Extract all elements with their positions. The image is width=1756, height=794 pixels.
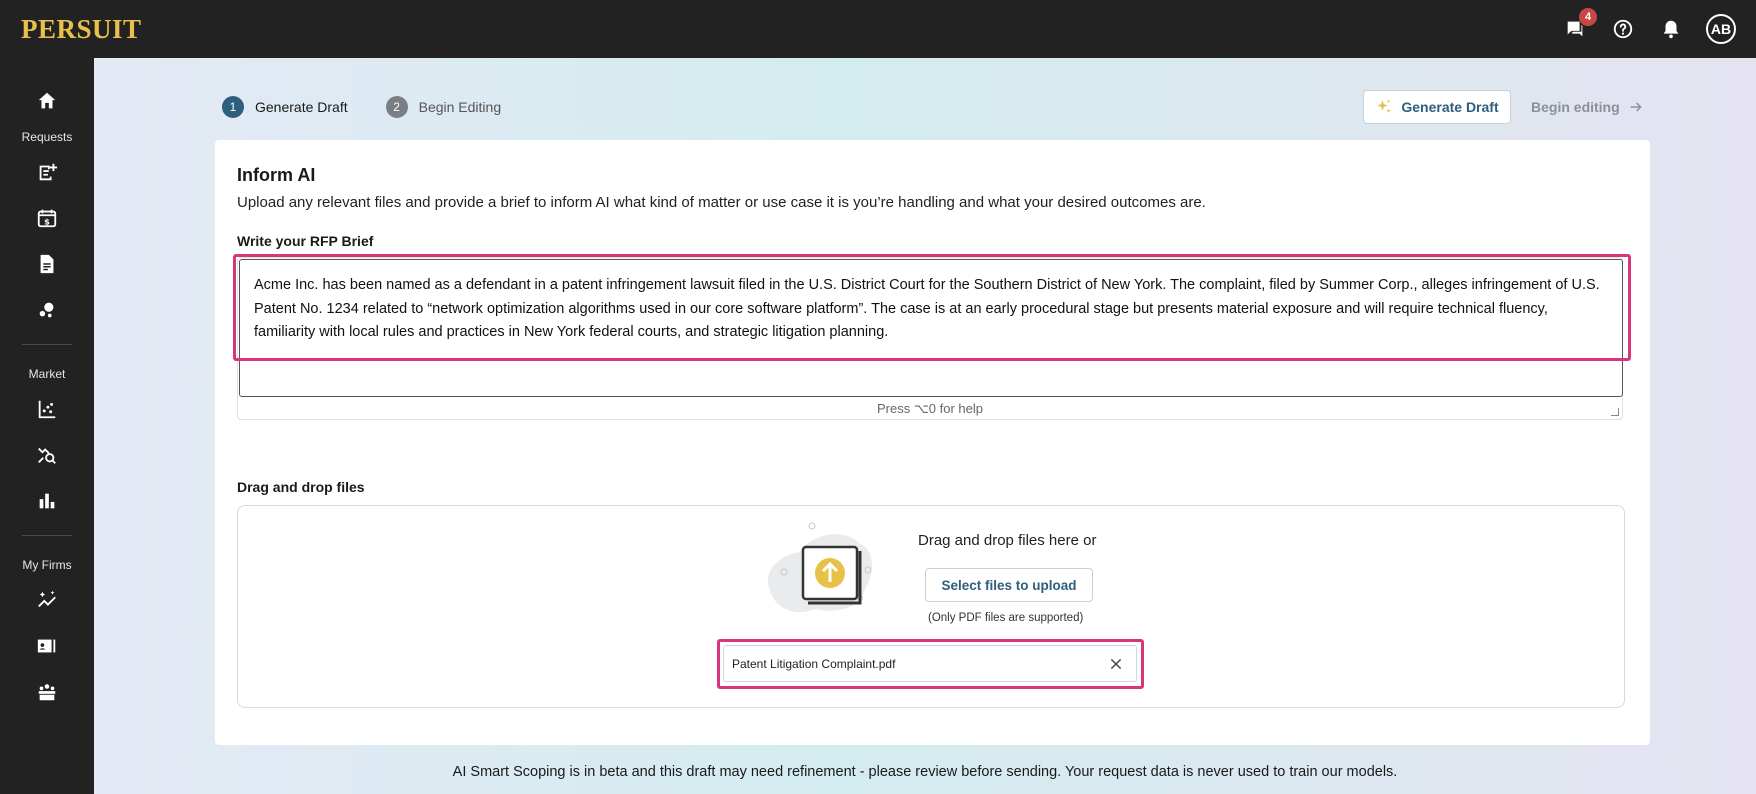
scatter-chart-icon (38, 400, 56, 419)
step-begin-editing[interactable]: 2 Begin Editing (385, 96, 502, 118)
brief-textarea[interactable]: Acme Inc. has been named as a defendant … (239, 259, 1623, 397)
step-generate-draft[interactable]: 1 Generate Draft (222, 96, 348, 118)
home-icon (38, 92, 56, 109)
begin-editing-label: Begin editing (1531, 99, 1620, 115)
help-icon (1613, 19, 1633, 39)
document-icon (40, 254, 54, 274)
sidebar-section-my-firms: My Firms (22, 558, 72, 572)
step-number: 2 (385, 96, 408, 118)
main-area: 1 Generate Draft 2 Begin Editing Generat… (94, 58, 1756, 794)
sidebar-item-insights[interactable] (33, 296, 61, 324)
brief-editor: Acme Inc. has been named as a defendant … (233, 254, 1631, 420)
calendar-dollar-icon: $ (37, 209, 57, 228)
sidebar-section-requests: Requests (21, 130, 73, 144)
sidebar-item-new-request[interactable] (33, 158, 61, 186)
new-request-icon (39, 163, 58, 181)
bubbles-icon (39, 302, 54, 318)
group-icon (38, 684, 56, 701)
file-name: Patent Litigation Complaint.pdf (732, 656, 896, 671)
help-button[interactable] (1610, 16, 1636, 42)
sidebar: Requests $ Market My Firms (0, 58, 94, 794)
sidebar-divider (22, 535, 72, 536)
inform-ai-card: Inform AI Upload any relevant files and … (215, 140, 1650, 745)
brief-label: Write your RFP Brief (237, 233, 374, 249)
sidebar-item-firm-performance[interactable] (33, 586, 61, 614)
sidebar-item-market-bars[interactable] (33, 487, 61, 515)
step-label: Begin Editing (418, 99, 502, 115)
svg-text:$: $ (44, 216, 50, 226)
drop-instructions: Drag and drop files here or (918, 532, 1097, 549)
contact-card-icon (37, 639, 56, 653)
top-bar: PERSUIT 4 AB (0, 0, 1756, 58)
arrow-right-icon (1630, 102, 1642, 112)
search-analytics-icon (38, 447, 56, 464)
card-title: Inform AI (237, 165, 316, 185)
upload-illustration-icon (768, 522, 872, 613)
sidebar-item-firm-panels[interactable] (33, 678, 61, 706)
beta-disclaimer: AI Smart Scoping is in beta and this dra… (452, 764, 1398, 780)
generate-draft-label: Generate Draft (1401, 99, 1499, 115)
card-description: Upload any relevant files and provide a … (237, 194, 1206, 211)
persuit-logo[interactable]: PERSUIT (21, 14, 142, 45)
stepper: 1 Generate Draft 2 Begin Editing (222, 96, 501, 118)
begin-editing-button[interactable]: Begin editing (1531, 90, 1644, 124)
upload-label: Drag and drop files (237, 479, 365, 495)
uploaded-file-item: Patent Litigation Complaint.pdf (723, 645, 1137, 682)
sparkle-icon (1377, 99, 1392, 113)
file-type-note: (Only PDF files are supported) (928, 612, 1084, 624)
sidebar-item-market-search[interactable] (33, 441, 61, 469)
close-icon[interactable] (1108, 656, 1124, 672)
top-actions: 4 AB (1562, 8, 1736, 44)
user-avatar[interactable]: AB (1706, 14, 1736, 44)
sidebar-item-pricing[interactable]: $ (33, 204, 61, 232)
bar-chart-icon (39, 493, 55, 509)
step-number: 1 (222, 96, 244, 118)
messages-button[interactable]: 4 (1562, 8, 1597, 42)
resize-handle[interactable] (1611, 408, 1619, 416)
messages-badge: 4 (1579, 8, 1597, 26)
notifications-button[interactable] (1658, 16, 1684, 42)
sidebar-divider (22, 344, 72, 345)
sparkle-trend-icon (38, 590, 56, 608)
generate-draft-button[interactable]: Generate Draft (1363, 90, 1511, 124)
bell-icon (1663, 20, 1679, 39)
brief-help-text: Press ⌥0 for help (876, 401, 984, 416)
sidebar-item-documents[interactable] (33, 250, 61, 278)
select-files-button[interactable]: Select files to upload (925, 568, 1093, 602)
sidebar-section-market: Market (28, 367, 66, 381)
file-drop-zone[interactable]: Drag and drop files here or Select files… (237, 505, 1625, 708)
sidebar-item-market-scatter[interactable] (33, 395, 61, 423)
step-label: Generate Draft (255, 99, 348, 115)
sidebar-item-home[interactable] (33, 87, 61, 115)
sidebar-item-firm-directory[interactable] (33, 632, 61, 660)
